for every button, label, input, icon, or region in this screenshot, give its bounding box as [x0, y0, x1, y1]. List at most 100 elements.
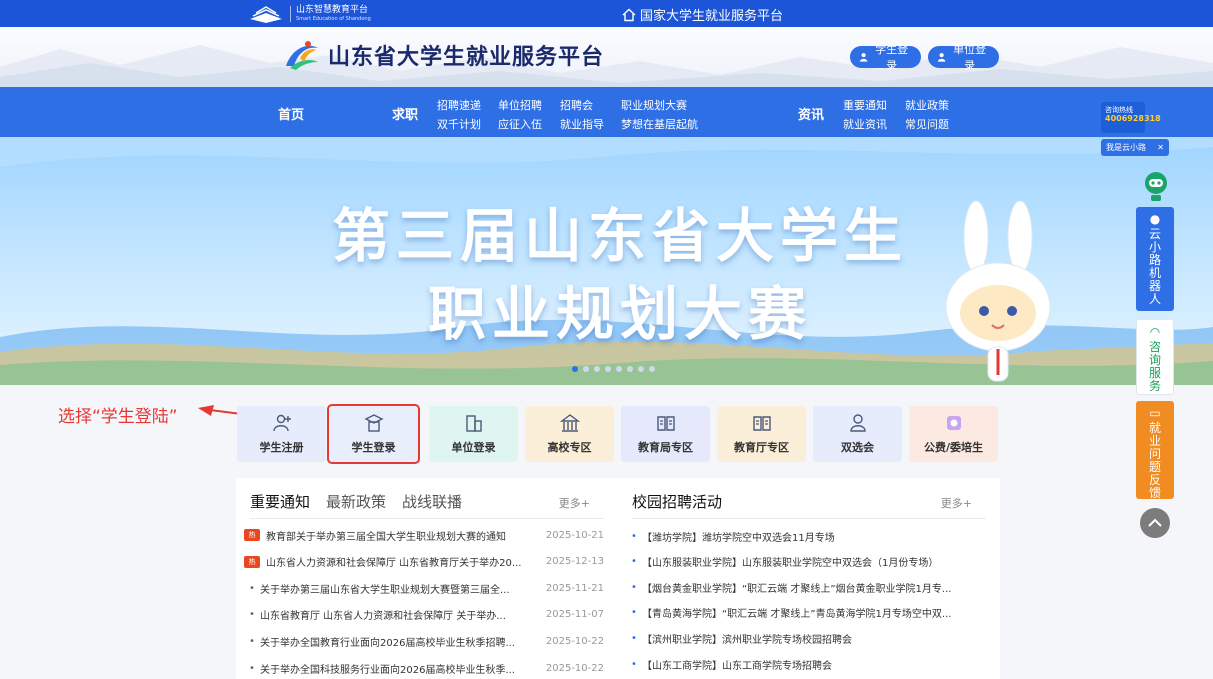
nav-info-link[interactable]: 重要通知 — [843, 97, 887, 113]
feedback-icon: ▭ — [1149, 406, 1161, 420]
nav-info-link[interactable]: 常见问题 — [905, 116, 949, 132]
chevron-up-icon — [1148, 518, 1162, 527]
back-to-top-button[interactable] — [1140, 508, 1170, 538]
brand-cn: 山东智慧教育平台 — [296, 5, 369, 15]
consult-btn-char: 咨 — [1148, 339, 1161, 354]
bullet-icon: • — [249, 662, 255, 674]
feedback-btn-char: 业 — [1148, 433, 1161, 448]
person-icon — [849, 414, 866, 432]
campus-row[interactable]: • 【山东工商学院】山东工商学院专场招聘会 — [626, 656, 986, 672]
nav-job-link[interactable]: 双千计划 — [437, 116, 481, 132]
nav-job-link[interactable]: 单位招聘 — [498, 97, 542, 113]
robot-btn-char: 云 — [1148, 226, 1161, 241]
campus-row[interactable]: • 【青岛黄海学院】“职汇云端 才聚线上”青岛黄海学院1月专场空中双... — [626, 605, 986, 621]
tab-important-notice[interactable]: 重要通知 — [250, 491, 310, 512]
notice-panel: 重要通知 最新政策 战线联播 更多+ 热教育部关于举办第三届全国大学生职业规划大… — [236, 478, 618, 679]
feedback-button[interactable]: ▭ 就 业 问 题 反 馈 — [1136, 401, 1174, 499]
feedback-btn-char: 题 — [1148, 459, 1161, 474]
campus-row[interactable]: • 【烟台黄金职业学院】“职汇云端 才聚线上”烟台黄金职业学院1月专... — [626, 579, 986, 595]
notice-row[interactable]: 热山东省人力资源和社会保障厅 山东省教育厅关于举办20... 2025-12-13 — [244, 554, 604, 570]
notice-title: 山东省教育厅 山东省人力资源和社会保障厅 关于举办... — [260, 611, 506, 623]
nav-job-link[interactable]: 职业规划大赛 — [621, 97, 687, 113]
notice-date: 2025-11-21 — [545, 582, 604, 594]
unit-login-button[interactable]: 单位登录 — [928, 44, 999, 72]
robot-tip[interactable]: 我是云小路 ✕ — [1101, 139, 1169, 156]
quick-entry-tile[interactable]: 教育厅专区 — [717, 406, 806, 462]
campus-more-link[interactable]: 更多+ — [941, 495, 972, 511]
carousel-dot[interactable] — [627, 366, 633, 372]
notice-title: 教育部关于举办第三届全国大学生职业规划大赛的通知 — [266, 531, 506, 543]
campus-row[interactable]: • 【山东服装职业学院】山东服装职业学院空中双选会（1月份专场） — [626, 554, 986, 570]
carousel-dot[interactable] — [594, 366, 600, 372]
hot-badge-icon: 热 — [244, 555, 260, 568]
nav-job-link[interactable]: 招聘速递 — [437, 97, 481, 113]
hero-banner[interactable]: 第三届山东省大学生 职业规划大赛 — [0, 137, 1213, 385]
carousel-dot[interactable] — [605, 366, 611, 372]
campus-row[interactable]: • 【滨州职业学院】滨州职业学院专场校园招聘会 — [626, 630, 986, 646]
nav-info-link[interactable]: 就业资讯 — [843, 116, 887, 132]
user-icon — [859, 53, 868, 62]
quick-entry-tile[interactable]: 教育局专区 — [621, 406, 710, 462]
hotline-number: 4006928318 — [1105, 114, 1161, 124]
robot-chat-button[interactable]: ● 云 小 路 机 器 人 — [1136, 207, 1174, 311]
campus-row[interactable]: • 【潍坊学院】潍坊学院空中双选会11月专场 — [626, 528, 986, 544]
nav-job-link[interactable]: 应征入伍 — [498, 116, 542, 132]
notice-row[interactable]: 热教育部关于举办第三届全国大学生职业规划大赛的通知 2025-10-21 — [244, 527, 604, 543]
national-platform-link[interactable]: 国家大学生就业服务平台 — [622, 5, 783, 24]
nav-info-link[interactable]: 就业政策 — [905, 97, 949, 113]
campus-title-text: 【潍坊学院】潍坊学院空中双选会11月专场 — [642, 532, 835, 544]
platform-brand[interactable]: 山东智慧教育平台 Smart Education of Shandong — [248, 4, 371, 24]
consult-service-button[interactable]: ◠ 咨 询 服 务 — [1136, 319, 1174, 395]
hotline-box[interactable]: 咨询热线 4006928318 — [1101, 102, 1161, 133]
tab-latest-policy[interactable]: 最新政策 — [326, 491, 386, 512]
top-bar: 山东智慧教育平台 Smart Education of Shandong 国家大… — [0, 0, 1213, 27]
tile-label: 单位登录 — [451, 441, 496, 454]
notice-row[interactable]: • 关于举办全国科技服务行业面向2026届高校毕业生秋季... 2025-10-22 — [244, 660, 604, 676]
notice-row[interactable]: • 山东省教育厅 山东省人力资源和社会保障厅 关于举办... 2025-11-07 — [244, 607, 604, 623]
student-login-tile[interactable]: 学生登录 — [327, 404, 420, 464]
quick-entry-tile[interactable]: 单位登录 — [429, 406, 518, 462]
site-title: 山东省大学生就业服务平台 — [328, 45, 605, 70]
nav-job[interactable]: 求职 — [392, 104, 418, 123]
annotation-text: 选择“学生登陆” — [58, 407, 178, 427]
notice-date: 2025-10-22 — [545, 662, 604, 674]
notice-date: 2025-11-07 — [545, 609, 604, 621]
campus-title[interactable]: 校园招聘活动 — [632, 491, 722, 512]
student-login-button[interactable]: 学生登录 — [850, 44, 921, 72]
carousel-dot[interactable] — [638, 366, 644, 372]
tile-label: 高校专区 — [547, 441, 592, 454]
carousel-dot[interactable] — [649, 366, 655, 372]
carousel-dot[interactable] — [583, 366, 589, 372]
robot-tip-label: 我是云小路 — [1106, 143, 1146, 152]
notice-row[interactable]: • 关于举办全国教育行业面向2026届高校毕业生秋季招聘... 2025-10-22 — [244, 633, 604, 649]
close-icon[interactable]: ✕ — [1157, 143, 1164, 152]
home-icon — [622, 8, 636, 21]
notice-row[interactable]: • 关于举办第三届山东省大学生职业规划大赛暨第三届全... 2025-11-21 — [244, 580, 604, 596]
carousel-dots[interactable] — [572, 366, 655, 372]
quick-entry-tile[interactable]: 学生注册 — [237, 406, 326, 462]
bullet-icon: • — [249, 635, 255, 647]
campus-title-text: 【山东服装职业学院】山东服装职业学院空中双选会（1月份专场） — [642, 558, 939, 570]
nav-info[interactable]: 资讯 — [798, 104, 824, 123]
nav-job-link[interactable]: 招聘会 — [560, 97, 593, 113]
quick-entry-tile[interactable]: 公费/委培生 — [909, 406, 998, 462]
site-logo[interactable]: 山东省大学生就业服务平台 — [282, 38, 604, 72]
quick-entry-tile[interactable]: 高校专区 — [525, 406, 614, 462]
tab-front-broadcast[interactable]: 战线联播 — [402, 491, 462, 512]
unit-login-label: 单位登录 — [953, 44, 987, 72]
carousel-dot[interactable] — [572, 366, 578, 372]
feedback-btn-char: 馈 — [1148, 485, 1161, 500]
carousel-dot[interactable] — [616, 366, 622, 372]
nav-home[interactable]: 首页 — [278, 104, 304, 123]
chat-icon: ● — [1149, 212, 1161, 226]
nav-job-link[interactable]: 梦想在基层起航 — [621, 116, 698, 132]
consult-btn-char: 务 — [1148, 378, 1161, 393]
nav-job-link[interactable]: 就业指导 — [560, 116, 604, 132]
robot-icon[interactable] — [1143, 169, 1169, 203]
quick-entry-tile[interactable]: 双选会 — [813, 406, 902, 462]
notice-more-link[interactable]: 更多+ — [559, 495, 590, 511]
tile-label: 学生注册 — [259, 441, 304, 454]
swirl-logo-icon — [286, 41, 318, 70]
notice-title: 山东省人力资源和社会保障厅 山东省教育厅关于举办20... — [266, 558, 522, 570]
notice-title: 关于举办第三届山东省大学生职业规划大赛暨第三届全... — [260, 584, 510, 596]
